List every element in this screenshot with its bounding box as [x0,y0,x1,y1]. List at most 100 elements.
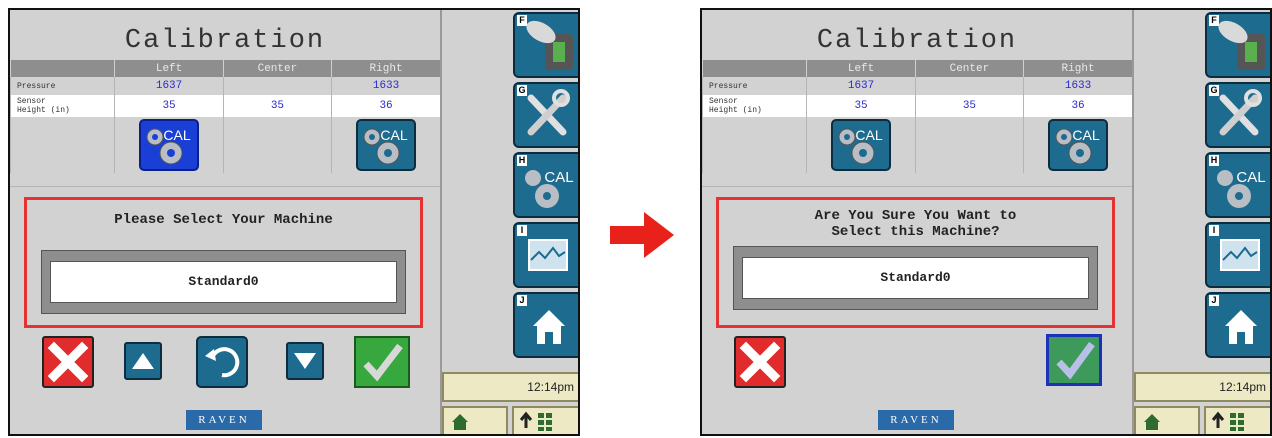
home-icon [533,310,565,344]
pressure-center [222,77,332,95]
cal-right-button[interactable]: CAL [1048,119,1109,171]
pressure-right: 1633 [331,77,440,95]
side-button-g[interactable]: G [513,82,578,148]
home-icon [1225,310,1257,344]
side-button-j[interactable]: J [1205,292,1270,358]
svg-text:CAL: CAL [544,169,573,186]
next-step-arrow-icon [610,212,674,258]
header-left: Left [114,60,224,77]
cal-center-cell [914,117,1024,173]
menu-button[interactable] [1204,406,1270,434]
accept-button[interactable] [354,336,410,388]
cal-gear-icon: CAL [1217,169,1266,208]
home-button[interactable] [442,406,508,434]
pressure-label: Pressure [10,77,115,95]
header-blank [702,60,807,77]
cancel-button[interactable] [734,336,786,388]
divider [10,186,440,187]
triangle-up-icon [132,353,154,369]
checkmark-icon [1056,341,1095,380]
sensor-label-line1: Sensor [17,97,46,106]
raven-logo: RAVEN [878,410,954,430]
side-button-h[interactable]: H CAL [513,152,578,218]
side-button-g[interactable]: G [1205,82,1270,148]
cal-left-label: CAL [163,127,190,143]
clock: 12:14pm [1134,372,1270,402]
tools-icon [1219,89,1262,136]
clock: 12:14pm [442,372,578,402]
sensor-left: 35 [806,95,916,117]
header-center: Center [914,60,1024,77]
sensor-height-label: Sensor Height (in) [702,95,807,117]
divider [702,186,1132,187]
x-icon [47,341,89,383]
prompt-text: Please Select Your Machine [114,212,333,228]
side-button-j[interactable]: J [513,292,578,358]
cal-gear-icon: CAL [525,169,574,208]
down-button[interactable] [286,342,324,380]
cal-right-label: CAL [1072,127,1099,143]
accept-button[interactable] [1046,334,1102,386]
cal-right-cell: CAL [1023,117,1132,173]
cancel-button[interactable] [42,336,94,388]
triangle-down-icon [294,353,316,369]
screen-confirm-machine: Calibration Left Center Right Pressure 1… [700,8,1272,436]
sensor-right: 36 [331,95,440,117]
header-blank [10,60,115,77]
sensor-left: 35 [114,95,224,117]
sensor-label-line1: Sensor [709,97,738,106]
cal-center-cell [222,117,332,173]
side-button-h[interactable]: H CAL [1205,152,1270,218]
sensor-height-label: Sensor Height (in) [10,95,115,117]
sensor-right: 36 [1023,95,1132,117]
pressure-left: 1637 [114,77,224,95]
spray-nozzle-icon [526,20,573,70]
cal-gear-icon: CAL [146,127,191,165]
page-title: Calibration [816,26,1018,56]
checkmark-icon [363,343,403,382]
side-button-i[interactable]: I [513,222,578,288]
cal-right-button[interactable]: CAL [356,119,417,171]
graph-monitor-icon [1220,239,1260,271]
screen-select-machine: Calibration Left Center Right Pressure 1… [8,8,580,436]
side-button-i[interactable]: I [1205,222,1270,288]
icons-blank [10,117,115,173]
cal-left-label: CAL [855,127,882,143]
side-button-f[interactable]: F [1205,12,1270,78]
page-title: Calibration [124,26,326,56]
cal-left-button[interactable]: CAL [831,119,892,171]
main-area: Calibration Left Center Right Pressure 1… [10,10,440,434]
machine-select-box: Standard0 [733,246,1098,310]
pressure-label: Pressure [702,77,807,95]
pressure-right: 1633 [1023,77,1132,95]
cal-gear-icon: CAL [363,127,408,165]
machine-select-box: Standard0 [41,250,406,314]
up-button[interactable] [124,342,162,380]
cal-left-cell: CAL [806,117,916,173]
calibration-table: Left Center Right Pressure 1637 1633 Sen… [702,60,1132,173]
cal-right-cell: CAL [331,117,440,173]
raven-logo: RAVEN [186,410,262,430]
machine-select-field[interactable]: Standard0 [742,257,1089,299]
svg-text:CAL: CAL [1236,169,1265,186]
machine-select-field[interactable]: Standard0 [50,261,397,303]
cal-left-cell: CAL [114,117,224,173]
home-icon [452,414,468,430]
highlight-frame: Are You Sure You Want to Select this Mac… [716,197,1115,328]
spray-nozzle-icon [1218,20,1265,70]
home-button[interactable] [1134,406,1200,434]
main-area: Calibration Left Center Right Pressure 1… [702,10,1132,434]
header-right: Right [331,60,440,77]
undo-button[interactable] [196,336,248,388]
cal-right-label: CAL [380,127,407,143]
icons-blank [702,117,807,173]
home-icon [1144,414,1160,430]
graph-monitor-icon [528,239,568,271]
sensor-center: 35 [222,95,332,117]
sensor-center: 35 [914,95,1024,117]
pressure-center [914,77,1024,95]
cal-gear-icon: CAL [1055,127,1100,165]
menu-button[interactable] [512,406,578,434]
cal-left-button[interactable]: CAL [139,119,200,171]
side-button-f[interactable]: F [513,12,578,78]
